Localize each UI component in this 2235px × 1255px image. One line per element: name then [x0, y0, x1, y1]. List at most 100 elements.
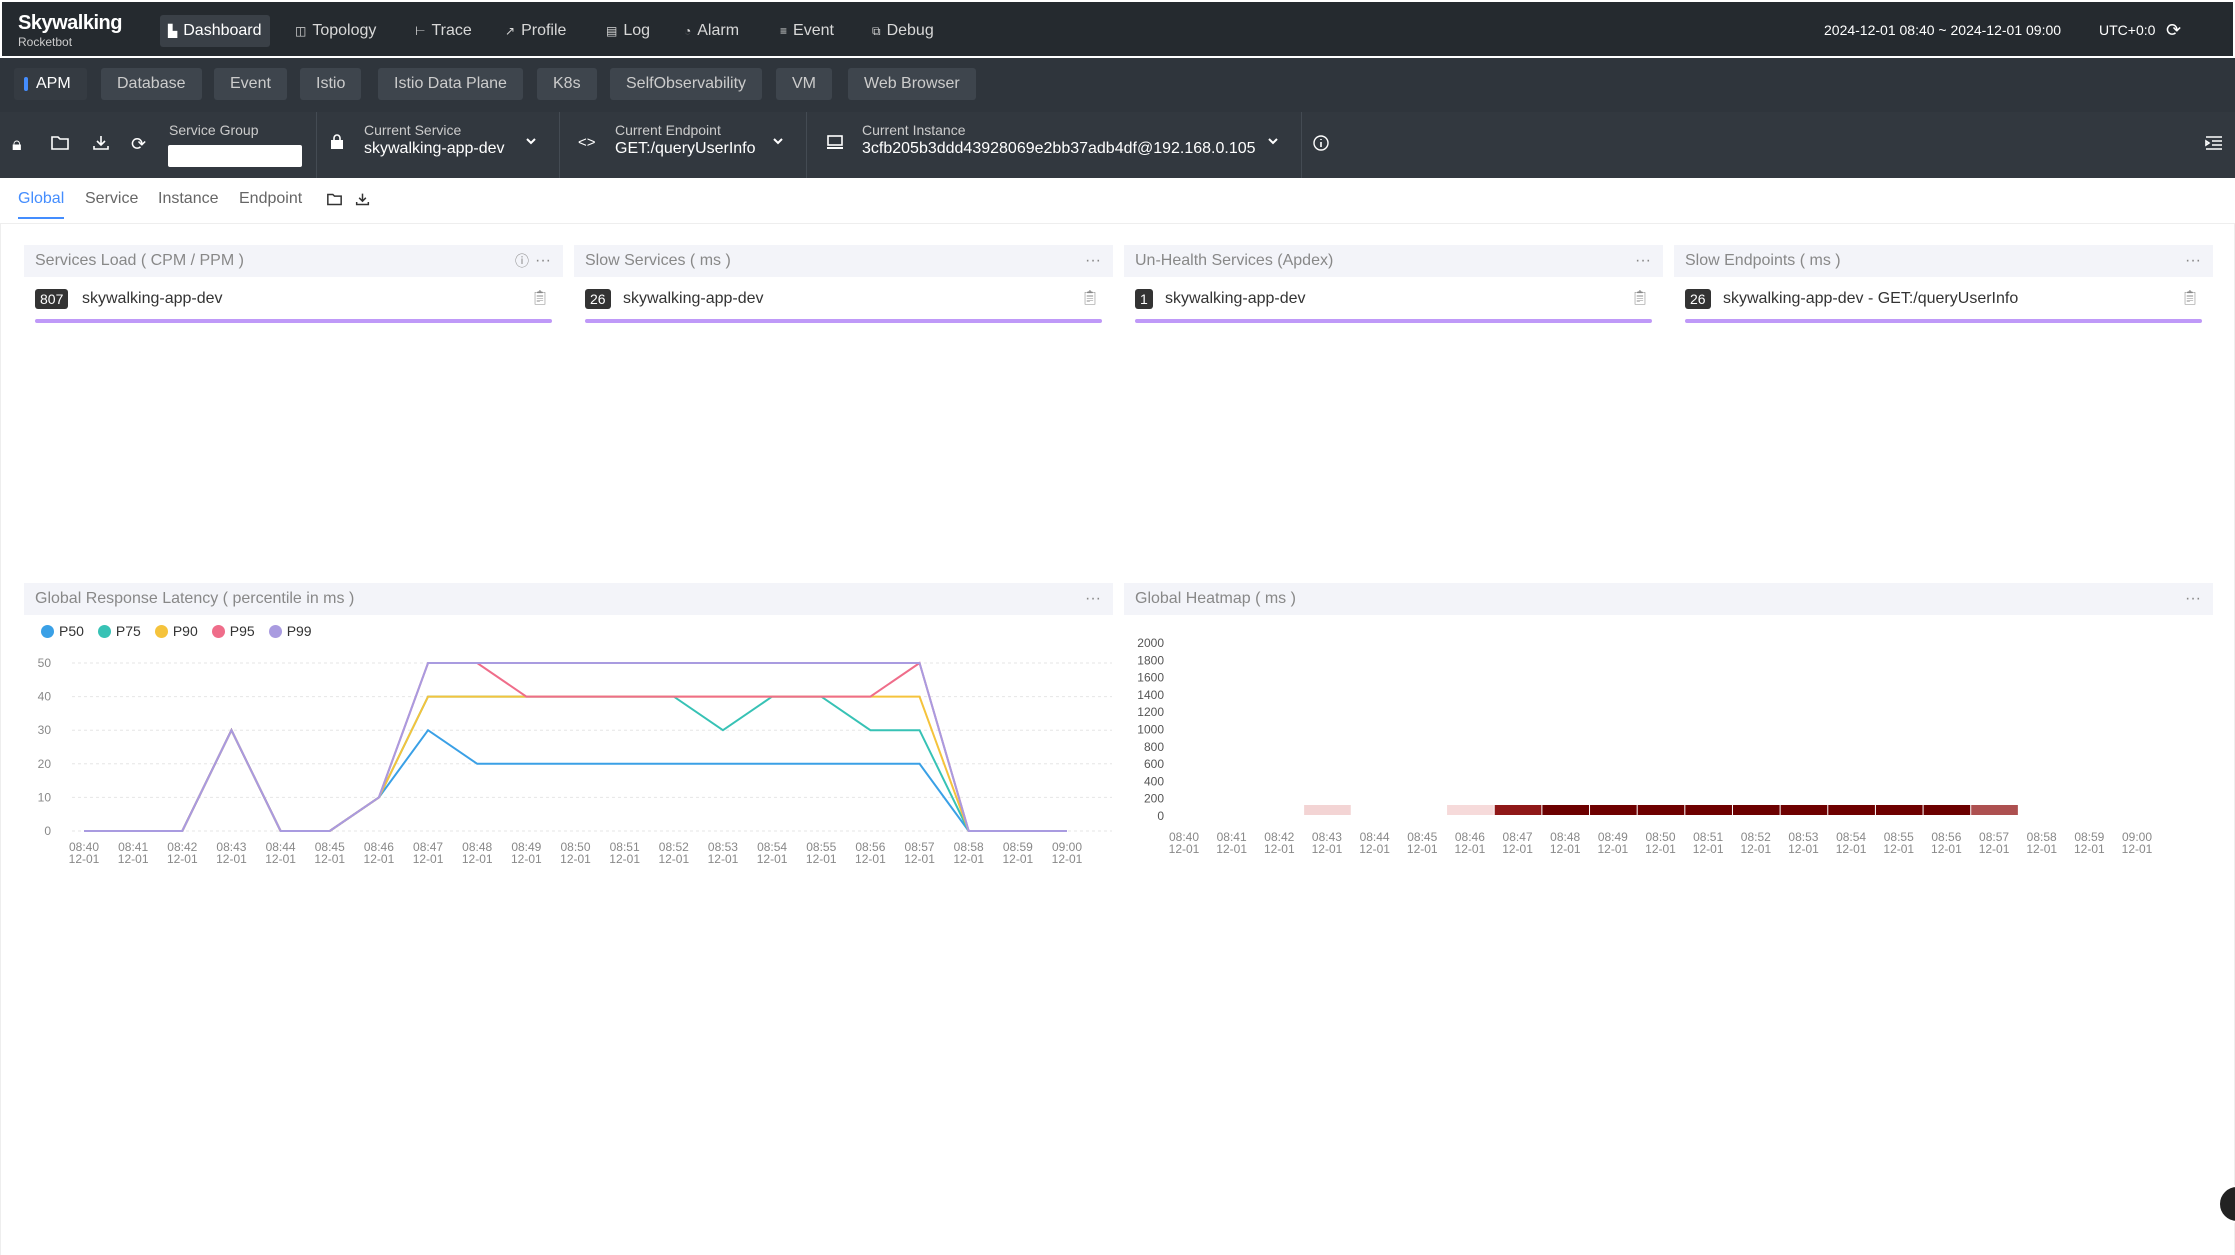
- x-tick-date: 12-01: [1216, 842, 1247, 856]
- list-item[interactable]: 807 skywalking-app-dev 📋︎: [35, 289, 552, 323]
- lock-icon[interactable]: 🔒︎: [12, 134, 22, 155]
- copy-icon[interactable]: 📋︎: [2181, 289, 2199, 306]
- value-badge: 1: [1135, 289, 1153, 309]
- nav-alarm[interactable]: ◔ Alarm: [676, 15, 747, 47]
- heatmap-cell: [1780, 805, 1828, 815]
- widget-slow-services: Slow Services ( ms ) ··· 26 skywalking-a…: [574, 245, 1113, 335]
- reload-icon[interactable]: ⟳: [131, 134, 146, 155]
- nav-dashboard[interactable]: ▙ Dashboard: [160, 15, 270, 47]
- x-tick-date: 12-01: [2074, 842, 2105, 856]
- heatmap-cell: [1828, 805, 1875, 815]
- current-instance-label: Current Instance: [862, 122, 966, 138]
- y-tick-label: 40: [38, 690, 52, 704]
- collapse-menu-icon[interactable]: [2204, 134, 2224, 157]
- current-endpoint-select[interactable]: GET:/queryUserInfo: [615, 140, 756, 158]
- layer-database[interactable]: Database: [101, 68, 202, 100]
- x-tick-date: 12-01: [757, 852, 788, 866]
- chevron-down-icon[interactable]: [1266, 134, 1280, 151]
- current-service-select[interactable]: skywalking-app-dev: [364, 140, 505, 158]
- download-icon[interactable]: [354, 192, 371, 212]
- x-tick-date: 12-01: [1645, 842, 1676, 856]
- layer-selfobservability[interactable]: SelfObservability: [610, 68, 763, 100]
- list-item[interactable]: 26 skywalking-app-dev 📋︎: [585, 289, 1102, 323]
- service-name: skywalking-app-dev: [623, 290, 764, 307]
- layer-vm[interactable]: VM: [776, 68, 832, 100]
- tab-instance[interactable]: Instance: [158, 190, 218, 208]
- more-icon[interactable]: ···: [535, 245, 551, 277]
- widget-title: Global Response Latency ( percentile in …: [35, 590, 355, 607]
- current-instance-select[interactable]: 3cfb205b3ddd43928069e2bb37adb4df@192.168…: [862, 140, 1256, 158]
- y-tick-label: 1200: [1137, 705, 1164, 719]
- widget-title: Slow Endpoints ( ms ): [1685, 252, 1841, 269]
- x-tick-date: 12-01: [265, 852, 296, 866]
- widget-slow-endpoints: Slow Endpoints ( ms ) ··· 26 skywalking-…: [1674, 245, 2213, 335]
- heatmap-cell: [1494, 805, 1542, 815]
- x-tick-date: 12-01: [1169, 842, 1200, 856]
- more-icon[interactable]: ···: [1085, 245, 1101, 277]
- more-icon[interactable]: ···: [2185, 583, 2201, 615]
- timezone-label[interactable]: UTC+0:0: [2099, 22, 2155, 38]
- y-tick-label: 30: [38, 723, 52, 737]
- service-group-input[interactable]: [168, 145, 302, 167]
- logo-subtitle: Rocketbot: [18, 35, 73, 49]
- layer-istio-data-plane[interactable]: Istio Data Plane: [378, 68, 523, 100]
- download-icon[interactable]: [91, 134, 111, 157]
- nav-topology[interactable]: ◫ Topology: [287, 15, 384, 47]
- nav-event[interactable]: ≡ Event: [772, 15, 842, 47]
- time-range-picker[interactable]: 2024-12-01 08:40 ~ 2024-12-01 09:00: [1824, 22, 2061, 38]
- list-item[interactable]: 1 skywalking-app-dev 📋︎: [1135, 289, 1652, 323]
- more-icon[interactable]: ···: [2185, 245, 2201, 277]
- y-tick-label: 20: [38, 757, 52, 771]
- widget-title: Services Load ( CPM / PPM ): [35, 252, 244, 269]
- trace-icon: ⊢: [415, 24, 426, 38]
- nav-log[interactable]: ▤ Log: [598, 15, 658, 47]
- debug-icon: ⧉: [872, 24, 881, 38]
- tab-endpoint[interactable]: Endpoint: [239, 190, 302, 208]
- refresh-icon[interactable]: ⟳: [2166, 20, 2181, 41]
- more-icon[interactable]: ···: [1635, 245, 1651, 277]
- layer-k8s[interactable]: K8s: [537, 68, 597, 100]
- series-line-p50: [84, 727, 1067, 832]
- x-tick-date: 12-01: [167, 852, 198, 866]
- y-tick-label: 10: [38, 790, 52, 804]
- nav-profile[interactable]: ↗ Profile: [497, 15, 574, 47]
- folder-icon[interactable]: [326, 192, 343, 212]
- y-tick-label: 2000: [1137, 636, 1164, 650]
- nav-label: Log: [623, 22, 651, 39]
- info-icon[interactable]: ⓘ: [515, 245, 529, 277]
- heatmap-chart: 020040060080010001200140016001800200008:…: [1137, 636, 2152, 856]
- layer-event[interactable]: Event: [214, 68, 287, 100]
- copy-icon[interactable]: 📋︎: [1081, 289, 1099, 306]
- nav-trace[interactable]: ⊢ Trace: [407, 15, 480, 47]
- info-icon[interactable]: [1312, 134, 1330, 157]
- copy-icon[interactable]: 📋︎: [1631, 289, 1649, 306]
- folder-icon[interactable]: [50, 134, 70, 157]
- layer-web-browser[interactable]: Web Browser: [848, 68, 976, 100]
- nav-label: Trace: [431, 22, 472, 39]
- progress-bar: [585, 319, 1102, 323]
- endpoint-name: skywalking-app-dev - GET:/queryUserInfo: [1723, 290, 2019, 307]
- logo[interactable]: Skywalking Rocketbot: [18, 12, 122, 49]
- topology-icon: ◫: [295, 24, 307, 38]
- nav-label: Topology: [312, 22, 377, 39]
- list-item[interactable]: 26 skywalking-app-dev - GET:/queryUserIn…: [1685, 289, 2202, 323]
- tab-service[interactable]: Service: [85, 190, 138, 208]
- more-icon[interactable]: ···: [1085, 583, 1101, 615]
- chevron-down-icon[interactable]: [771, 134, 785, 151]
- profile-icon: ↗: [505, 24, 516, 38]
- layer-apm[interactable]: APM: [14, 68, 87, 100]
- progress-bar: [1135, 319, 1652, 323]
- y-tick-label: 1000: [1137, 723, 1164, 737]
- x-tick-date: 12-01: [904, 852, 935, 866]
- copy-icon[interactable]: 📋︎: [531, 289, 549, 306]
- selector-bar: 🔒︎ ⟳ Service Group Current Service skywa…: [0, 112, 2235, 178]
- widget-global-latency: Global Response Latency ( percentile in …: [24, 583, 1113, 883]
- layer-istio[interactable]: Istio: [300, 68, 362, 100]
- x-tick-date: 12-01: [609, 852, 640, 866]
- x-tick-date: 12-01: [462, 852, 493, 866]
- widget-global-heatmap: Global Heatmap ( ms ) ··· 0 200 400 600 800 1…: [1124, 583, 2213, 883]
- x-tick-date: 12-01: [1312, 842, 1343, 856]
- chevron-down-icon[interactable]: [524, 134, 538, 151]
- tab-global[interactable]: Global: [18, 190, 65, 219]
- nav-debug[interactable]: ⧉ Debug: [864, 15, 942, 47]
